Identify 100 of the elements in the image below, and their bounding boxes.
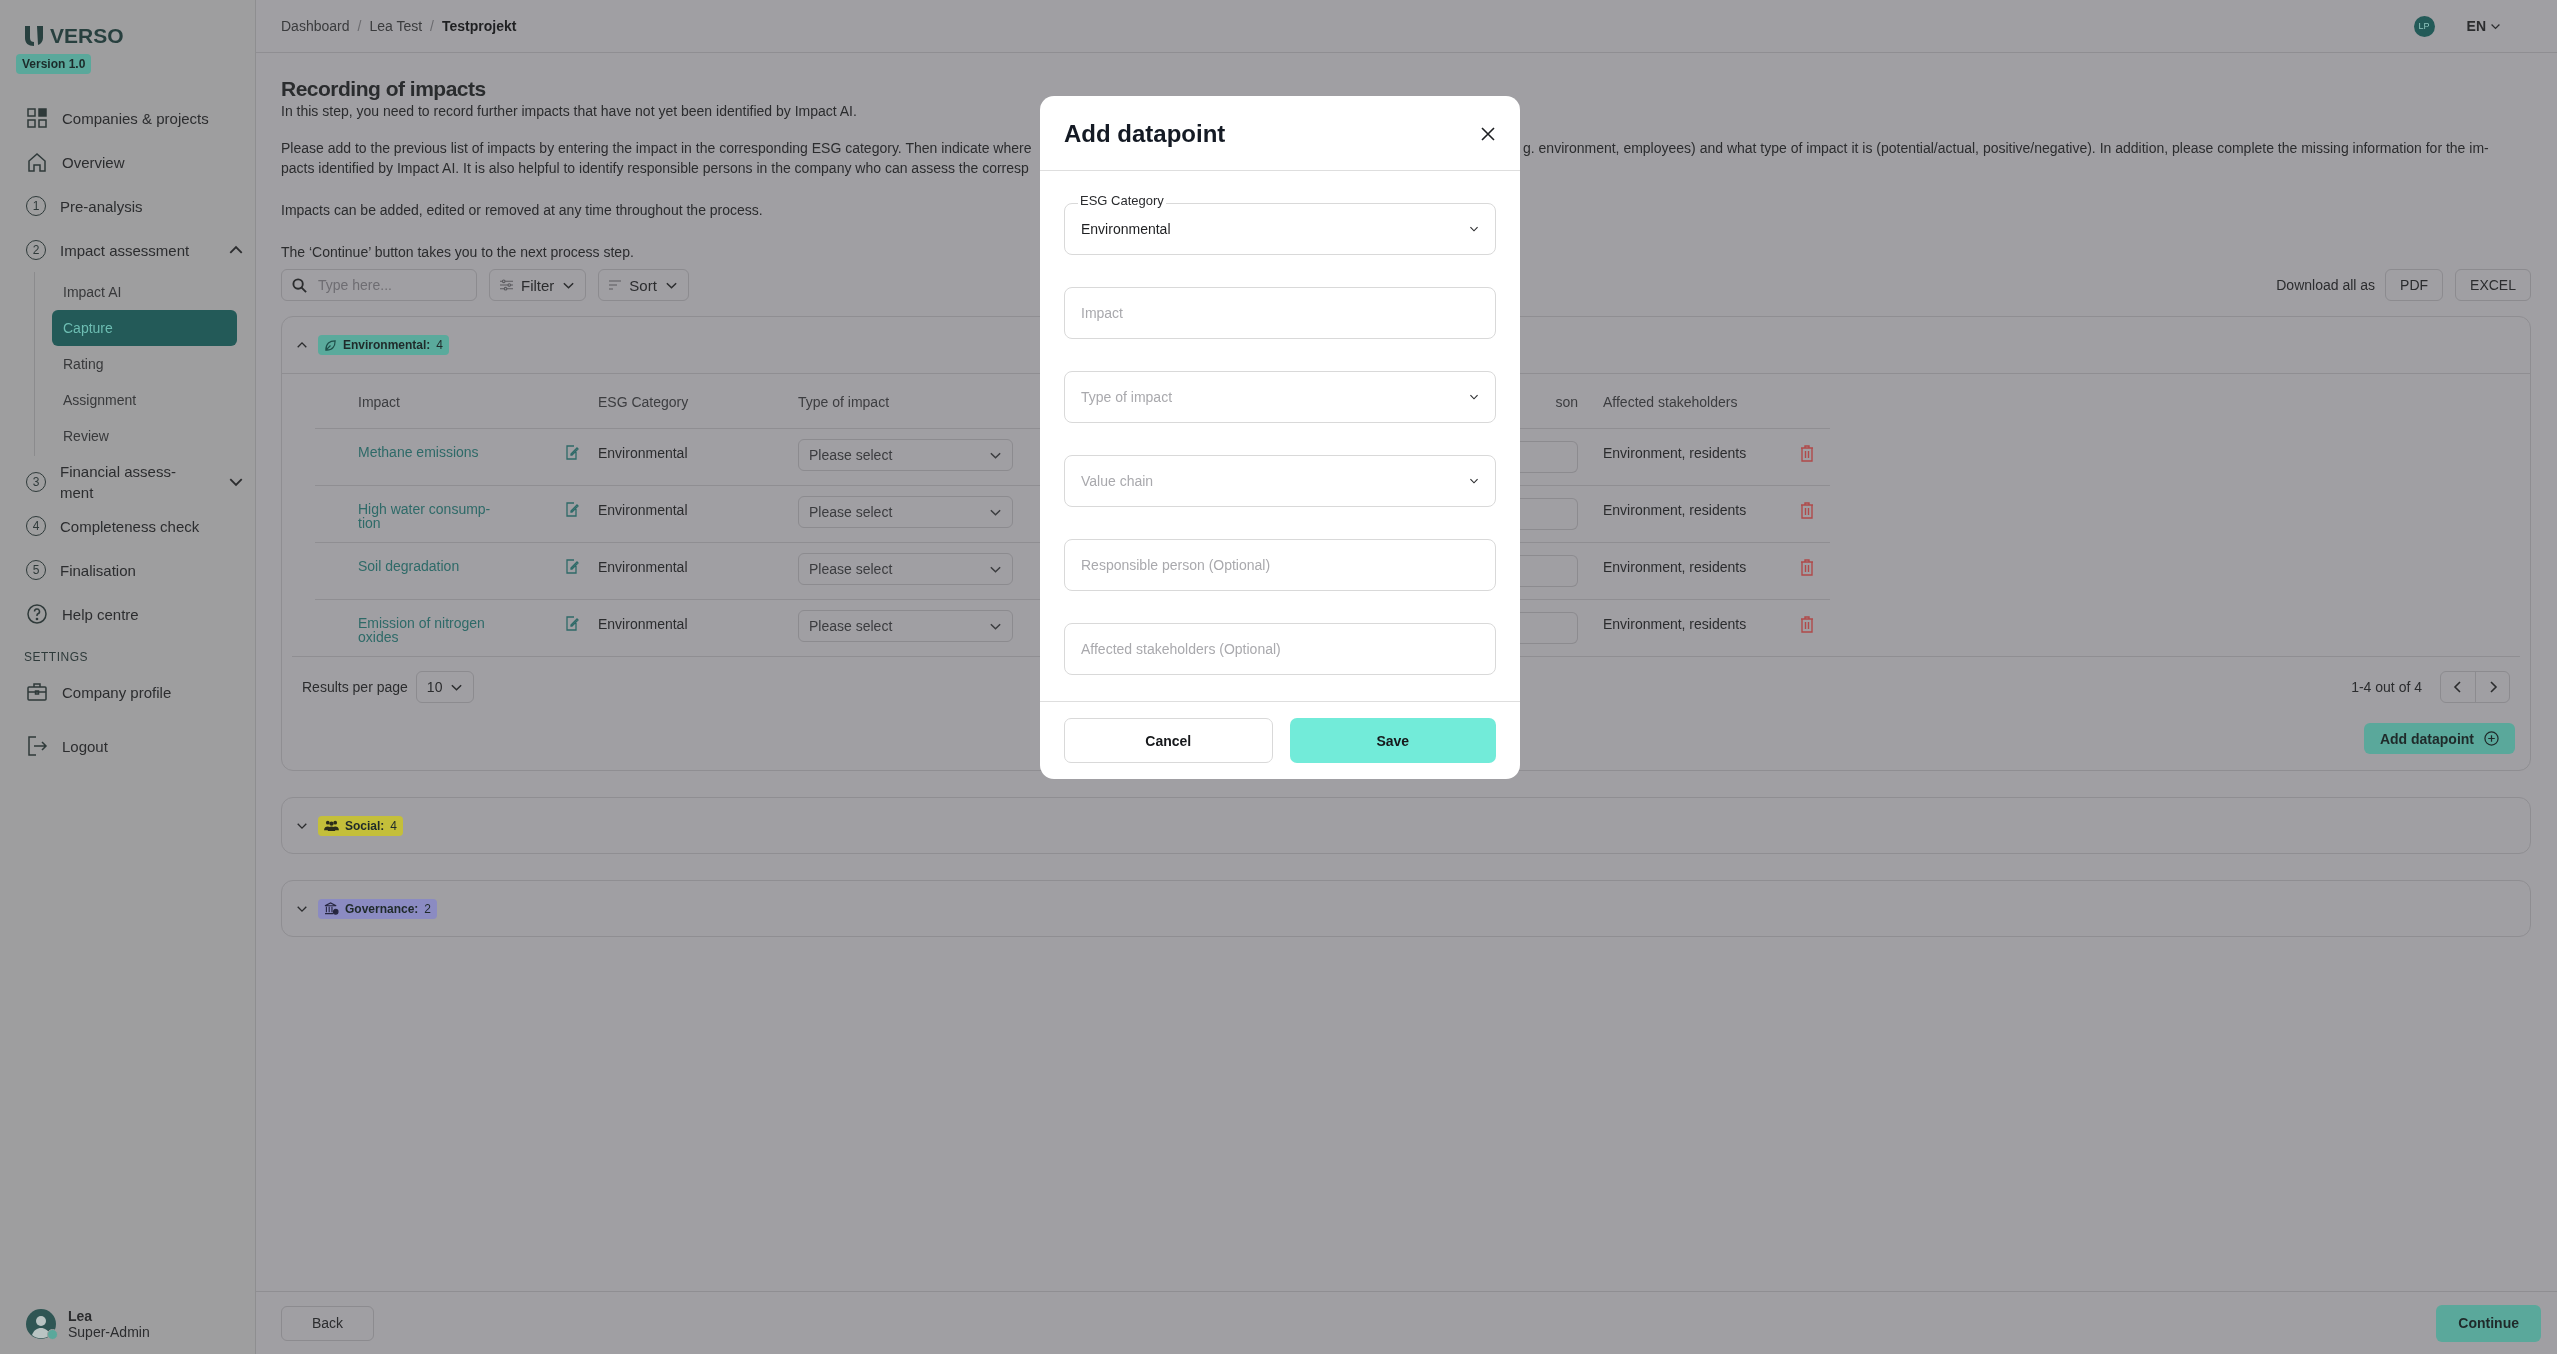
bank-icon — [324, 902, 339, 915]
back-button[interactable]: Back — [281, 1305, 375, 1341]
avatar-icon — [26, 1309, 56, 1339]
table-cell: Environment, residents — [1603, 485, 1800, 542]
help-icon — [26, 603, 48, 625]
nav-item[interactable]: 4 Completeness check — [0, 504, 255, 548]
table-cell: Environmental — [598, 428, 798, 485]
nav-item[interactable]: Companies & projects — [0, 96, 255, 140]
chevron-icon — [1469, 476, 1479, 486]
intro-text: In this step, you need to record further impacts that have not yet been identified by Impact AI. — [281, 102, 857, 121]
trash-icon[interactable] — [1800, 445, 1814, 462]
edit-icon[interactable] — [565, 559, 579, 574]
type-select[interactable]: Please select — [798, 496, 1013, 528]
chevron-icon — [1469, 224, 1479, 234]
edit-icon[interactable] — [565, 502, 579, 517]
continue-button[interactable]: Continue — [2436, 1304, 2541, 1342]
table-cell: Environment, residents — [1603, 542, 1800, 599]
note-text: Impacts can be added, edited or removed at any time throughout the process. — [281, 201, 763, 220]
results-label: Results per page — [302, 679, 408, 695]
breadcrumb[interactable]: Lea Test — [369, 18, 423, 34]
nav-label: Financial assess-ment — [60, 462, 177, 503]
category-tag: Governance: 2 — [318, 898, 438, 919]
leaf-icon — [324, 338, 337, 352]
nav-item[interactable]: Help centre — [0, 592, 255, 636]
instruction-text: pacts identified by Impact AI. It is also helpful to identify responsible persons in the company who can assess the corresp — [281, 159, 1029, 178]
table-cell: Environmental — [598, 599, 798, 656]
column-header: Affected stakeholders — [1603, 393, 1739, 412]
table-cell: Environmental — [598, 485, 798, 542]
dialog-title: Add datapoint — [1064, 120, 1226, 148]
home-icon — [26, 151, 48, 173]
instruction-text: g. environment, employees) and what type of impact it is (potential/actual, positive/negative). In addition, please complete the missing information for the im- — [1523, 139, 2489, 158]
grid-icon — [26, 107, 48, 129]
sort-icon — [609, 280, 622, 290]
filter-button[interactable]: Filter — [489, 269, 587, 301]
table-cell: Environmental — [598, 542, 798, 599]
nav-subitem[interactable]: Capture — [52, 310, 237, 346]
nav-label: Pre-analysis — [60, 197, 144, 215]
trash-icon[interactable] — [1800, 502, 1814, 519]
plus-circle-icon — [2484, 731, 2499, 746]
page-title: Recording of impacts — [281, 77, 487, 101]
table-cell: Environment, residents — [1603, 428, 1800, 485]
nav-item[interactable]: 3 Financial assess-ment — [0, 460, 255, 504]
briefcase-icon — [26, 681, 48, 703]
user-role: Super-Admin — [68, 1324, 150, 1340]
section-heading: SETTINGS — [24, 650, 89, 664]
add-datapoint-button[interactable]: Add datapoint — [2363, 723, 2515, 754]
category-tag: Environmental: 4 — [318, 335, 450, 355]
page-range: 1-4 out of 4 — [2351, 679, 2422, 695]
nav-label: Finalisation — [60, 561, 137, 579]
user-name: Lea — [68, 1308, 94, 1324]
user-avatar[interactable]: LP — [2413, 15, 2435, 37]
nav-label: Companies & projects — [62, 109, 210, 127]
edit-icon[interactable] — [565, 616, 579, 631]
table-cell: Environment, residents — [1603, 599, 1800, 656]
type-select[interactable]: Please select — [798, 553, 1013, 585]
nav-subitem[interactable]: Assignment — [52, 382, 237, 418]
note-text: The ‘Continue’ button takes you to the next process step. — [281, 243, 634, 262]
download-button[interactable]: PDF — [2385, 269, 2444, 301]
category-tag: Social: 4 — [318, 815, 404, 836]
chevron-left-icon — [2452, 681, 2464, 693]
sliders-icon — [500, 279, 513, 291]
close-button[interactable] — [1480, 126, 1496, 142]
nav-subitem[interactable]: Rating — [52, 346, 237, 382]
logo-icon — [24, 25, 44, 47]
type-select[interactable]: Please select — [798, 439, 1013, 471]
breadcrumb[interactable]: Dashboard — [281, 18, 350, 34]
nav-item[interactable]: Overview — [0, 140, 255, 184]
people-icon — [324, 819, 339, 832]
trash-icon[interactable] — [1800, 616, 1814, 633]
per-page-select[interactable]: 10 — [415, 671, 475, 703]
trash-icon[interactable] — [1800, 559, 1814, 576]
nav-item[interactable]: 1 Pre-analysis — [0, 184, 255, 228]
language-select[interactable]: EN — [2466, 18, 2501, 34]
nav-item[interactable]: 5 Finalisation — [0, 548, 255, 592]
download-label: Download all as — [2276, 277, 2376, 293]
nav-label: Completeness check — [60, 517, 201, 535]
breadcrumb: Testprojekt — [441, 18, 517, 34]
save-button[interactable]: Save — [1289, 718, 1496, 763]
column-header: ESG Category — [598, 393, 690, 412]
download-button[interactable]: EXCEL — [2455, 269, 2531, 301]
logo-text: VERSO — [50, 24, 124, 48]
nav-item[interactable]: 2 Impact assessment — [0, 228, 255, 272]
column-header: Impact — [358, 393, 401, 412]
nav-label: Overview — [62, 153, 126, 171]
nav-label: Help centre — [62, 605, 140, 623]
nav-subitem[interactable]: Review — [52, 418, 237, 454]
cancel-button[interactable]: Cancel — [1064, 718, 1273, 763]
chevron-icon — [1469, 392, 1479, 402]
nav-item[interactable]: Company profile — [0, 670, 255, 714]
breadcrumb-separator: / — [357, 18, 362, 34]
search-icon — [292, 278, 307, 293]
nav-subitem[interactable]: Impact AI — [52, 274, 237, 310]
sort-button[interactable]: Sort — [598, 269, 689, 301]
column-header: son — [1554, 393, 1578, 412]
close-icon — [1480, 126, 1496, 142]
column-header: Type of impact — [798, 393, 891, 412]
logout-button[interactable]: Logout — [0, 724, 255, 768]
type-select[interactable]: Please select — [798, 610, 1013, 642]
edit-icon[interactable] — [565, 445, 579, 460]
nav-label: Impact assessment — [60, 240, 191, 261]
